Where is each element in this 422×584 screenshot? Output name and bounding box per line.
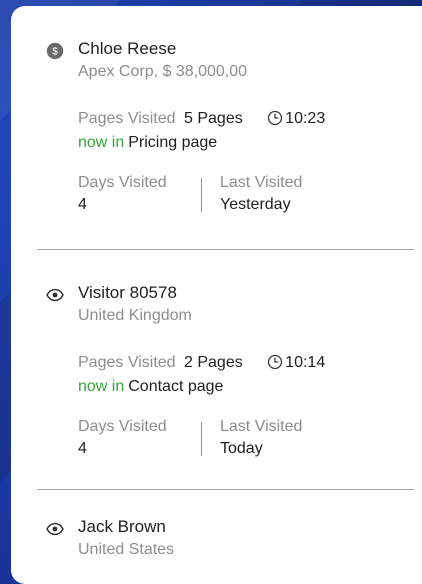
eye-icon bbox=[46, 520, 64, 538]
visit-time: 10:14 bbox=[285, 354, 326, 371]
days-visited-value: 4 bbox=[78, 440, 87, 457]
visitor-panel: $ Chloe Reese Apex Corp, $ 38,000,00 Pag… bbox=[11, 6, 422, 584]
stat-separator bbox=[201, 422, 202, 456]
last-visited-stat: Last Visited Today bbox=[220, 416, 302, 460]
clock-icon bbox=[267, 354, 283, 370]
pages-visited-row: Pages Visited 2 Pages 10:14 bbox=[78, 352, 325, 374]
current-page-value: Pricing page bbox=[128, 134, 218, 151]
now-in-label: now in bbox=[78, 378, 125, 395]
now-in-row: now in Pricing page bbox=[78, 132, 217, 154]
visitor-name: Jack Brown bbox=[78, 517, 166, 536]
now-in-label: now in bbox=[78, 134, 125, 151]
pages-visited-value: 2 Pages bbox=[184, 354, 243, 371]
last-visited-label: Last Visited bbox=[220, 174, 303, 191]
visit-time: 10:23 bbox=[285, 110, 326, 127]
days-visited-label: Days Visited bbox=[78, 418, 167, 435]
pages-visited-value: 5 Pages bbox=[184, 110, 243, 127]
visitor-divider bbox=[37, 249, 414, 250]
days-visited-stat: Days Visited 4 bbox=[78, 172, 167, 216]
visitor-location: United States bbox=[78, 541, 175, 558]
now-in-row: now in Contact page bbox=[78, 376, 223, 398]
visitor-name: Visitor 80578 bbox=[78, 283, 177, 302]
pages-visited-row: Pages Visited 5 Pages 10:23 bbox=[78, 108, 325, 130]
pages-visited-label: Pages Visited bbox=[78, 110, 176, 127]
stat-separator bbox=[201, 178, 202, 212]
visitor-divider bbox=[37, 489, 414, 490]
last-visited-label: Last Visited bbox=[220, 418, 303, 435]
eye-icon bbox=[46, 286, 64, 304]
dollar-circle-icon: $ bbox=[46, 42, 64, 60]
days-visited-label: Days Visited bbox=[78, 174, 167, 191]
last-visited-stat: Last Visited Yesterday bbox=[220, 172, 302, 216]
last-visited-value: Today bbox=[220, 440, 263, 457]
visitor-company: Apex Corp, $ 38,000,00 bbox=[78, 63, 248, 80]
last-visited-value: Yesterday bbox=[220, 196, 291, 213]
visitor-location: United Kingdom bbox=[78, 307, 192, 324]
svg-text:$: $ bbox=[52, 46, 58, 57]
days-visited-stat: Days Visited 4 bbox=[78, 416, 167, 460]
current-page-value: Contact page bbox=[128, 378, 224, 395]
visitor-name: Chloe Reese bbox=[78, 39, 177, 58]
pages-visited-label: Pages Visited bbox=[78, 354, 176, 371]
clock-icon bbox=[267, 110, 283, 126]
days-visited-value: 4 bbox=[78, 196, 87, 213]
